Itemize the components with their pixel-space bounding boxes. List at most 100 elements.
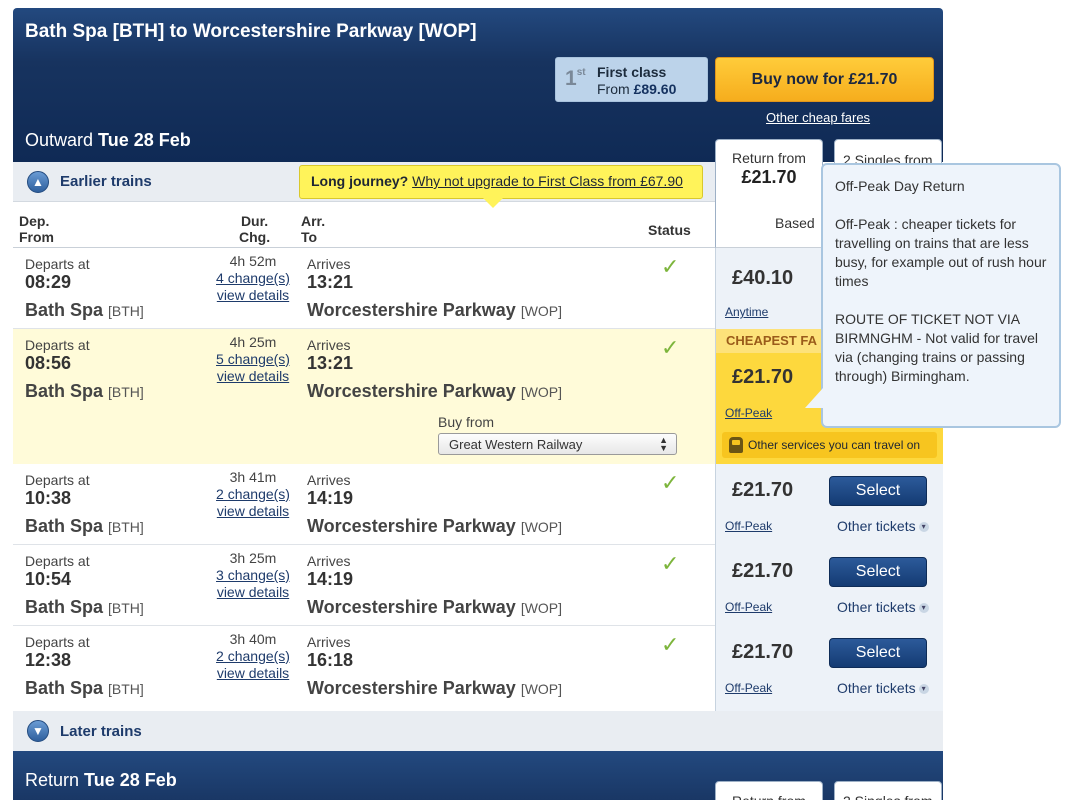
departs-label: Departs at xyxy=(25,256,90,272)
select-arrows-icon: ▲ ▼ xyxy=(659,435,668,453)
other-cheap-fares-link[interactable]: Other cheap fares xyxy=(766,110,870,125)
on-time-check-icon: ✓ xyxy=(661,632,680,657)
changes-link[interactable]: 2 change(s) xyxy=(213,648,293,664)
first-class-upgrade[interactable]: 1st First class From £89.60 xyxy=(555,57,708,102)
tooltip-offpeak-description: Off-Peak : cheaper tickets for travellin… xyxy=(835,216,1047,289)
departure-station: Bath Spa [BTH] xyxy=(25,300,144,320)
arrival-station: Worcestershire Parkway [WOP] xyxy=(307,300,563,320)
return-tab-singles-fare[interactable]: 2 Singles from xyxy=(834,781,942,800)
based-label: Based xyxy=(775,215,815,231)
operator-select[interactable]: Great Western Railway ▲ ▼ xyxy=(438,433,677,455)
on-time-check-icon: ✓ xyxy=(661,335,680,360)
other-services-button[interactable]: Other services you can travel on xyxy=(722,432,937,458)
fare-price: £21.70 xyxy=(732,366,794,388)
changes-link[interactable]: 4 change(s) xyxy=(213,270,293,286)
departure-time: 08:56 xyxy=(25,353,72,373)
arrival-station: Worcestershire Parkway [WOP] xyxy=(307,381,563,401)
fare-cell[interactable]: £21.70 Select Off-Peak Other tickets ▾ xyxy=(715,626,943,711)
arrival-time: 16:18 xyxy=(307,650,354,670)
arrow-down-icon[interactable]: ▼ xyxy=(27,720,49,742)
first-class-icon: 1st xyxy=(565,67,586,90)
buy-from-label: Buy from xyxy=(438,414,495,430)
departure-station: Bath Spa [BTH] xyxy=(25,516,144,536)
journey-planner-panel: Bath Spa [BTH] to Worcestershire Parkway… xyxy=(13,8,943,800)
later-trains-bar[interactable]: ▼ Later trains xyxy=(13,711,943,751)
later-trains-link[interactable]: Later trains xyxy=(60,723,142,740)
fare-type-link[interactable]: Off-Peak xyxy=(725,681,772,695)
train-row[interactable]: Departs at 10:38 Bath Spa [BTH] 3h 41m 2… xyxy=(13,464,943,545)
departs-label: Departs at xyxy=(25,337,90,353)
fare-price: £21.70 xyxy=(732,641,794,663)
arrival-time: 14:19 xyxy=(307,569,354,589)
departure-time: 12:38 xyxy=(25,650,72,670)
select-button[interactable]: Select xyxy=(829,557,927,587)
arrives-label: Arrives xyxy=(307,634,351,650)
on-time-check-icon: ✓ xyxy=(661,470,680,495)
arrival-time: 13:21 xyxy=(307,272,354,292)
col-dur: Dur. Chg. xyxy=(239,213,271,245)
col-dep: Dep. From xyxy=(19,213,54,245)
select-button[interactable]: Select xyxy=(829,638,927,668)
fare-price: £21.70 xyxy=(732,479,794,501)
arrives-label: Arrives xyxy=(307,472,351,488)
arrival-time: 14:19 xyxy=(307,488,354,508)
tooltip-pointer xyxy=(805,388,823,408)
earlier-trains-link[interactable]: Earlier trains xyxy=(60,173,152,190)
arrow-up-icon[interactable]: ▲ xyxy=(27,171,49,193)
view-details-link[interactable]: view details xyxy=(213,287,293,303)
duration: 4h 52m xyxy=(229,253,277,269)
departs-label: Departs at xyxy=(25,472,90,488)
view-details-link[interactable]: view details xyxy=(213,503,293,519)
col-status: Status xyxy=(648,222,691,238)
return-date: Return Tue 28 Feb xyxy=(25,770,177,790)
changes-link[interactable]: 5 change(s) xyxy=(213,351,293,367)
changes-link[interactable]: 2 change(s) xyxy=(213,486,293,502)
return-tab-return-fare[interactable]: Return from xyxy=(715,781,823,800)
col-arr: Arr. To xyxy=(301,213,326,245)
chevron-down-icon: ▾ xyxy=(918,522,929,533)
view-details-link[interactable]: view details xyxy=(213,368,293,384)
changes-link[interactable]: 3 change(s) xyxy=(213,567,293,583)
train-row[interactable]: Departs at 08:29 Bath Spa [BTH] 4h 52m 4… xyxy=(13,248,943,329)
upgrade-first-class-link[interactable]: Why not upgrade to First Class from £67.… xyxy=(412,173,683,189)
departure-station: Bath Spa [BTH] xyxy=(25,597,144,617)
other-tickets-link[interactable]: Other tickets ▾ xyxy=(837,680,929,696)
fare-cell[interactable]: £21.70 Select Off-Peak Other tickets ▾ xyxy=(715,545,943,626)
departure-time: 10:54 xyxy=(25,569,72,589)
fare-type-link[interactable]: Off-Peak xyxy=(725,519,772,533)
on-time-check-icon: ✓ xyxy=(661,254,680,279)
outward-date: Outward Tue 28 Feb xyxy=(25,130,191,150)
other-tickets-link[interactable]: Other tickets ▾ xyxy=(837,599,929,615)
arrives-label: Arrives xyxy=(307,256,351,272)
first-class-price: From £89.60 xyxy=(597,81,677,97)
tab-return-fare[interactable]: Return from £21.70 xyxy=(715,139,823,211)
chevron-down-icon: ▾ xyxy=(918,684,929,695)
route-title: Bath Spa [BTH] to Worcestershire Parkway… xyxy=(25,21,477,42)
return-from-label: Return from xyxy=(732,150,806,166)
tooltip-title: Off-Peak Day Return xyxy=(835,178,965,194)
departs-label: Departs at xyxy=(25,634,90,650)
fare-type-link[interactable]: Off-Peak xyxy=(725,600,772,614)
callout-heading: Long journey? xyxy=(311,173,409,189)
tooltip-route-restriction: ROUTE OF TICKET NOT VIA BIRMNGHM - Not v… xyxy=(835,311,1039,384)
train-row-selected[interactable]: Departs at 08:56 Bath Spa [BTH] 4h 25m 5… xyxy=(13,329,943,464)
fare-type-link[interactable]: Anytime xyxy=(725,305,768,319)
arrives-label: Arrives xyxy=(307,337,351,353)
train-row[interactable]: Departs at 10:54 Bath Spa [BTH] 3h 25m 3… xyxy=(13,545,943,626)
chevron-down-icon: ▾ xyxy=(918,603,929,614)
buy-now-button[interactable]: Buy now for £21.70 xyxy=(715,57,934,102)
select-button[interactable]: Select xyxy=(829,476,927,506)
fare-type-link[interactable]: Off-Peak xyxy=(725,406,772,420)
upgrade-callout: Long journey? Why not upgrade to First C… xyxy=(299,165,703,199)
train-row[interactable]: Departs at 12:38 Bath Spa [BTH] 3h 40m 2… xyxy=(13,626,943,711)
arrives-label: Arrives xyxy=(307,553,351,569)
duration: 3h 41m xyxy=(229,469,277,485)
fare-cell[interactable]: £21.70 Select Off-Peak Other tickets ▾ xyxy=(715,464,943,545)
other-tickets-link[interactable]: Other tickets ▾ xyxy=(837,518,929,534)
view-details-link[interactable]: view details xyxy=(213,665,293,681)
column-headers: Dep. From Dur. Chg. Arr. To Status xyxy=(13,202,715,248)
view-details-link[interactable]: view details xyxy=(213,584,293,600)
duration: 4h 25m xyxy=(229,334,277,350)
departure-station: Bath Spa [BTH] xyxy=(25,678,144,698)
return-from-price: £21.70 xyxy=(741,167,797,187)
